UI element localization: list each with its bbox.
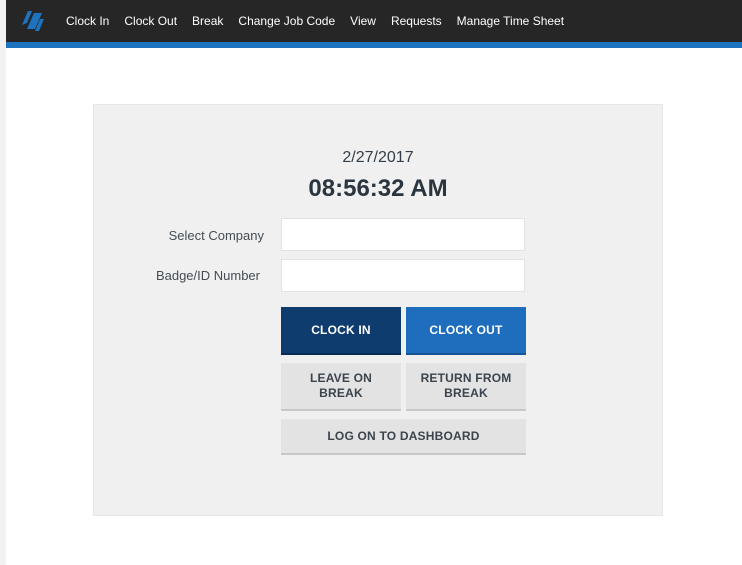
clock-in-button[interactable]: CLOCK IN	[281, 307, 401, 355]
clock-panel: 2/27/2017 08:56:32 AM Select Company Bad…	[93, 104, 663, 516]
nav-view[interactable]: View	[350, 14, 376, 28]
nav-requests[interactable]: Requests	[391, 14, 442, 28]
brand-logo-icon[interactable]	[18, 6, 48, 36]
current-time: 08:56:32 AM	[308, 175, 448, 202]
top-navbar: Clock In Clock Out Break Change Job Code…	[6, 0, 742, 48]
return-from-break-button[interactable]: RETURN FROM BREAK	[406, 363, 526, 411]
badge-id-input[interactable]	[281, 259, 525, 292]
clock-out-button[interactable]: CLOCK OUT	[406, 307, 526, 355]
nav-clock-out[interactable]: Clock Out	[124, 14, 177, 28]
app-viewport: Clock In Clock Out Break Change Job Code…	[0, 0, 742, 565]
select-company-label: Select Company	[168, 228, 264, 243]
leave-on-break-button[interactable]: LEAVE ON BREAK	[281, 363, 401, 411]
nav-break[interactable]: Break	[192, 14, 223, 28]
nav-manage-time-sheet[interactable]: Manage Time Sheet	[457, 14, 564, 28]
badge-id-label: Badge/ID Number	[155, 268, 260, 283]
current-date: 2/27/2017	[342, 149, 414, 166]
log-on-dashboard-button[interactable]: LOG ON TO DASHBOARD	[281, 419, 526, 455]
nav-clock-in[interactable]: Clock In	[66, 14, 109, 28]
nav-change-job-code[interactable]: Change Job Code	[238, 14, 335, 28]
select-company-field[interactable]	[281, 218, 525, 251]
